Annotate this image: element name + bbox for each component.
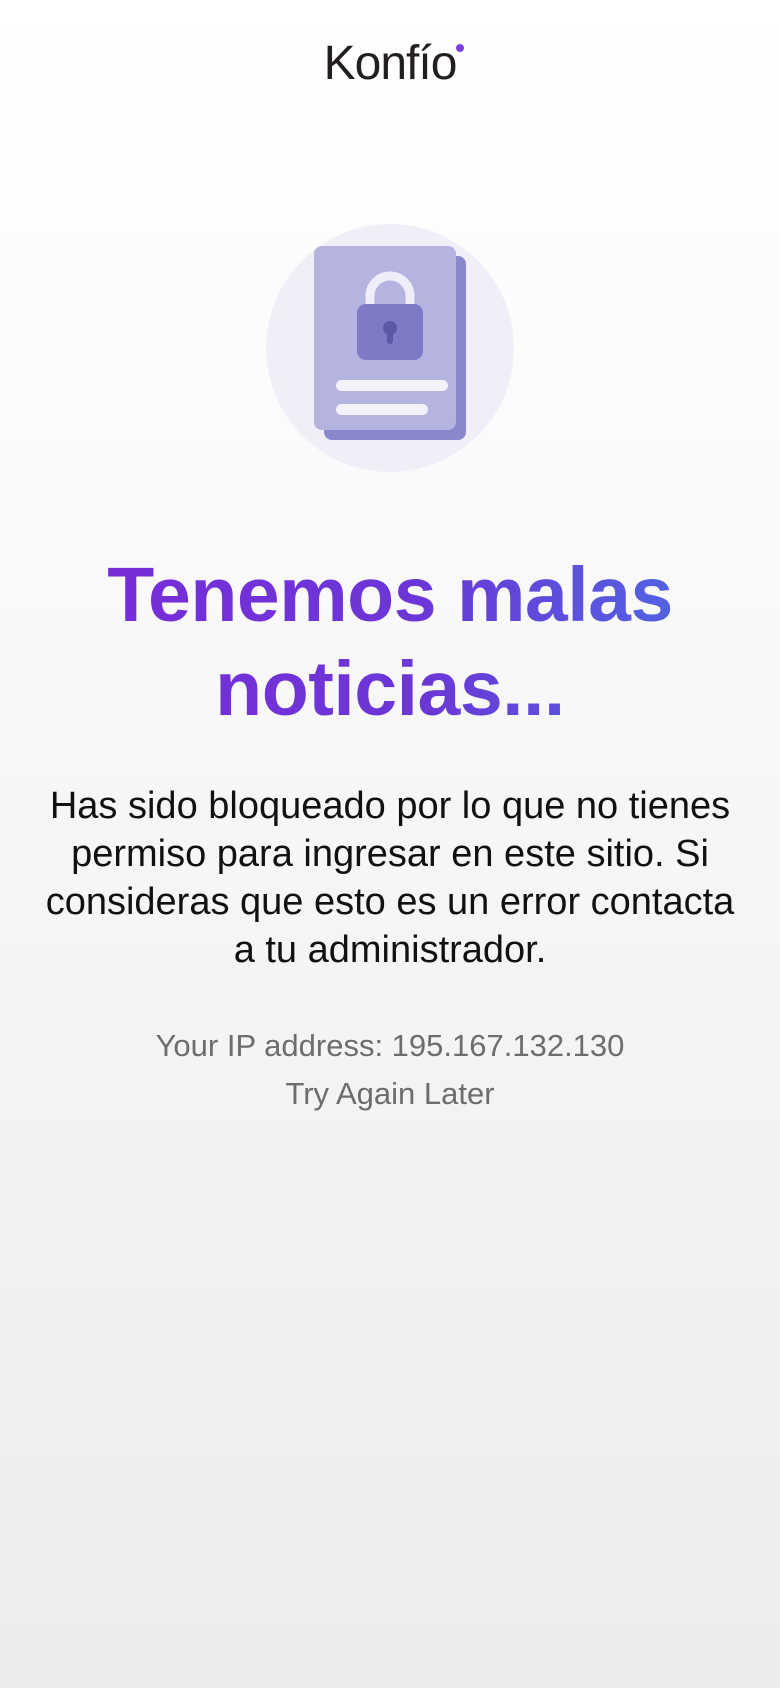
locked-document-illustration bbox=[264, 222, 516, 474]
retry-later-text: Try Again Later bbox=[285, 1076, 495, 1111]
logo-accent-dot bbox=[456, 44, 465, 52]
document-text-line-1 bbox=[336, 380, 448, 391]
page-title: Tenemos malas noticias... bbox=[60, 548, 720, 736]
padlock-keyhole-slot bbox=[387, 328, 393, 344]
konfio-logo: Konfío bbox=[0, 36, 780, 92]
document-text-line-2 bbox=[336, 404, 428, 415]
request-info: Your IP address: 195.167.132.130 Try Aga… bbox=[0, 1022, 780, 1118]
logo-wordmark: Konfío bbox=[324, 36, 465, 92]
ip-address-label: Your IP address: 195.167.132.130 bbox=[155, 1028, 625, 1063]
locked-document-icon bbox=[266, 224, 514, 472]
blocked-message: Has sido bloqueado por lo que no tienes … bbox=[45, 785, 735, 971]
